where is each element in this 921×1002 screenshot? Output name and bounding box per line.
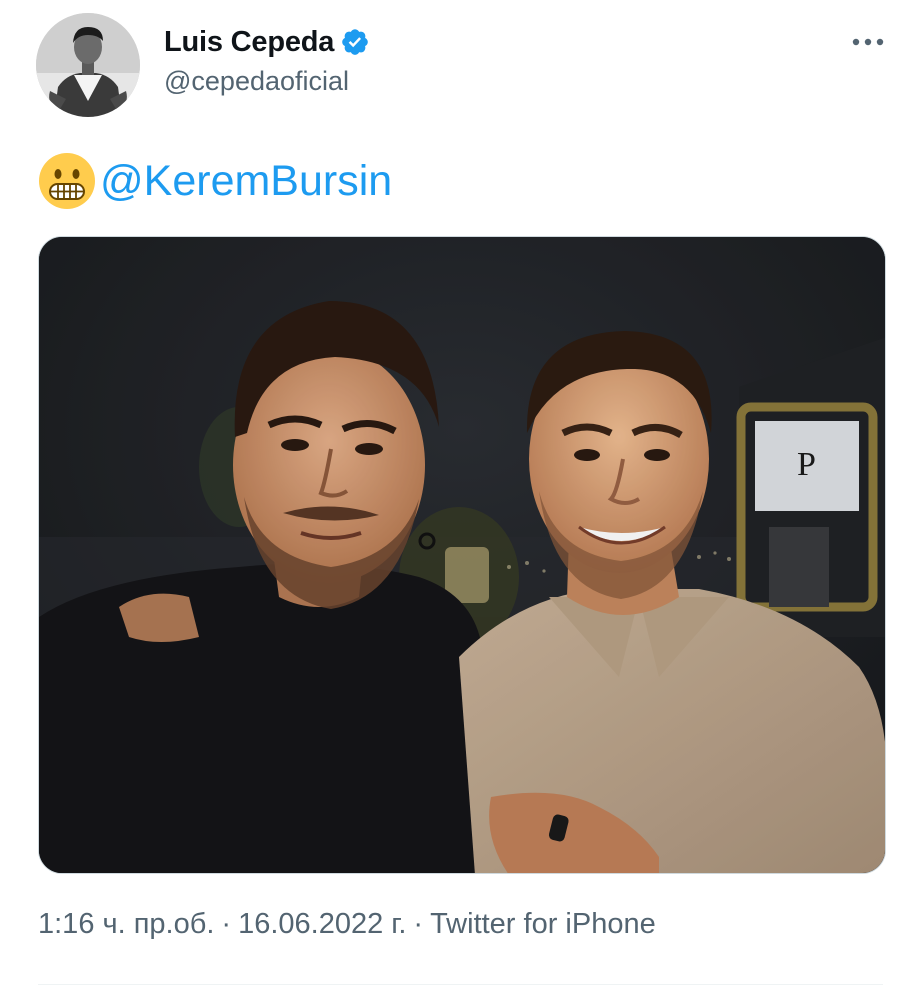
separator-dot: · bbox=[221, 908, 232, 940]
grimacing-face-emoji-icon bbox=[38, 152, 96, 210]
more-options-button[interactable] bbox=[842, 22, 894, 62]
tweet-text: @KeremBursin bbox=[38, 150, 392, 212]
tweet-metadata: 1:16 ч. пр.об. · 16.06.2022 г. · Twitter… bbox=[38, 908, 656, 941]
author-name-row[interactable]: Luis Cepeda bbox=[164, 22, 370, 62]
separator-dot: · bbox=[413, 908, 424, 940]
divider bbox=[38, 984, 883, 985]
display-name[interactable]: Luis Cepeda bbox=[164, 26, 334, 59]
verified-badge-icon bbox=[340, 27, 370, 57]
more-horizontal-icon bbox=[852, 38, 884, 46]
tweet: Luis Cepeda @cepedaoficial @KeremBursin … bbox=[0, 0, 921, 1002]
tweet-date[interactable]: 16.06.2022 г. bbox=[238, 908, 406, 941]
avatar-image bbox=[36, 13, 140, 117]
tweet-photo[interactable]: P bbox=[38, 236, 886, 874]
mention-link[interactable]: @KeremBursin bbox=[100, 157, 392, 206]
photo-image: P bbox=[39, 237, 885, 873]
author-handle[interactable]: @cepedaoficial bbox=[164, 66, 349, 97]
author-avatar[interactable] bbox=[36, 13, 140, 117]
tweet-source[interactable]: Twitter for iPhone bbox=[430, 908, 656, 941]
tweet-time[interactable]: 1:16 ч. пр.об. bbox=[38, 908, 214, 941]
